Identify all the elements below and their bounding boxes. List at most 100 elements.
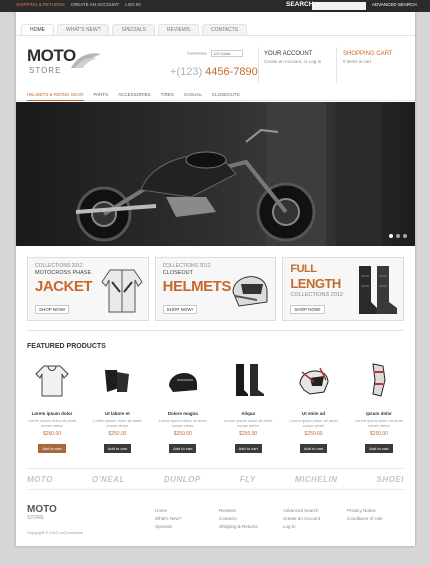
link-log-in[interactable]: Log In — [125, 2, 140, 7]
product-description: Lorem ipsum dolor sit amet conse ctetur — [27, 418, 77, 428]
shop-now-button[interactable]: Shop Now! — [162, 305, 197, 314]
add-to-cart-button[interactable]: Add to cart — [169, 444, 197, 453]
slider-dot-3[interactable] — [403, 234, 407, 238]
nav-tires[interactable]: Tires — [161, 90, 174, 101]
tab-contacts[interactable]: Contacts — [202, 24, 248, 35]
link-shipping-returns[interactable]: Shipping & Returns — [16, 2, 65, 7]
motorcycle-image — [75, 102, 381, 246]
banner-subtitle: Motocross Phase — [35, 270, 92, 276]
tab-home[interactable]: Home — [21, 24, 54, 35]
brand-oneal-logo[interactable]: O'NEAL — [92, 475, 125, 484]
account-title: Your Account — [264, 51, 313, 57]
footer-link-privacy[interactable]: Privacy Notice — [347, 507, 383, 515]
copyright: Copyright © 2012 osCommerce — [27, 530, 84, 535]
product-card: Ut labore et Lorem ipsum dolor sit amet … — [92, 362, 142, 455]
product-description: Lorem ipsum dolor sit amet conse ctetur — [224, 418, 273, 428]
search-input[interactable] — [312, 2, 366, 10]
banner-helmets[interactable]: Collections 2012 Closeout Helmets Shop N… — [154, 257, 277, 321]
motocross-helmet-image[interactable] — [296, 362, 332, 398]
slider-dot-1[interactable] — [389, 234, 393, 238]
nav-parts[interactable]: Parts — [94, 90, 109, 101]
helmet-image[interactable] — [165, 362, 201, 398]
nav-helmets-riding-gear[interactable]: Helmets & Riding Gear — [27, 90, 84, 101]
nav-closeouts[interactable]: Closeouts — [212, 90, 240, 101]
footer-link-specials[interactable]: Specials — [155, 523, 181, 531]
category-nav: Helmets & Riding Gear Parts Accessories … — [16, 90, 415, 101]
banner-title: Full — [290, 263, 317, 275]
tab-whats-new[interactable]: What's New? — [57, 24, 110, 35]
add-to-cart-button[interactable]: Add to cart — [234, 444, 262, 453]
slider-dot-2[interactable] — [396, 234, 400, 238]
add-to-cart-button[interactable]: Add to cart — [38, 444, 66, 453]
product-name[interactable]: Aliqua — [223, 411, 273, 416]
product-description: Lorem ipsum dolor sit amet conse ctetur — [354, 418, 404, 428]
logo[interactable]: MOTO STORE — [27, 46, 101, 75]
brand-dunlop-logo[interactable]: DUNLOP — [164, 475, 201, 484]
currency-select[interactable]: US Dollar — [210, 50, 243, 57]
product-card: Aliqua Lorem ipsum dolor sit amet conse … — [223, 362, 273, 455]
currency-selector[interactable]: Currencies: US Dollar — [187, 50, 243, 57]
footer-link-home[interactable]: Home — [155, 507, 181, 515]
phone-main: 4456-7890 — [205, 66, 258, 78]
banner-title-2: Length — [290, 276, 341, 291]
account-subtitle[interactable]: Create an Account, or Log In — [264, 59, 336, 64]
boots-image — [359, 266, 398, 314]
nav-accessories[interactable]: Accessories — [118, 90, 151, 101]
tab-specials[interactable]: Specials — [112, 24, 155, 35]
cart-subtitle: 0 items in cart — [343, 59, 372, 64]
featured-products-title: Featured Products — [27, 343, 106, 350]
banner-collection-label: Collections 2012 — [162, 263, 211, 269]
product-description: Lorem ipsum dolor sit amet conse ctetur — [93, 418, 142, 428]
hero-slider[interactable] — [16, 102, 415, 246]
shop-now-button[interactable]: Shop Now! — [290, 305, 325, 314]
footer-link-conditions[interactable]: Conditions of Use — [347, 515, 383, 523]
banner-collection-label: Collections 2012 — [35, 263, 83, 269]
brand-moto-logo[interactable]: MOTO — [27, 475, 53, 484]
banner-jacket[interactable]: Collections 2012 Motocross Phase Jacket … — [27, 257, 149, 321]
add-to-cart-button[interactable]: Add to cart — [365, 444, 393, 453]
banner-boots[interactable]: Full Length Collections 2012 Shop Now! — [282, 257, 405, 321]
link-create-account[interactable]: Create an Account — [71, 2, 119, 7]
footer-link-advanced-search[interactable]: Advanced Search — [283, 507, 320, 515]
hoodie-image[interactable] — [34, 362, 70, 398]
add-to-cart-button[interactable]: Add to cart — [299, 444, 328, 453]
cart-title[interactable]: Shopping Cart — [343, 51, 415, 57]
footer-link-whats-new[interactable]: What's New? — [155, 515, 181, 523]
product-card: Dolore magna Lorem ipsum dolor sit amet … — [158, 362, 208, 455]
footer-link-reviews[interactable]: Reviews — [219, 507, 258, 515]
knee-guard-image[interactable] — [361, 362, 397, 398]
boots-image[interactable] — [230, 362, 266, 398]
add-to-cart-button[interactable]: Add to cart — [103, 444, 132, 453]
page-container: Home What's New? Specials Reviews Contac… — [16, 12, 415, 546]
slider-dots[interactable] — [389, 234, 407, 238]
promo-banners: Collections 2012 Motocross Phase Jacket … — [27, 257, 405, 321]
shopping-cart-box[interactable]: Shopping Cart 0 items in cart — [336, 47, 415, 83]
shop-now-button[interactable]: Shop Now! — [35, 305, 70, 314]
brand-shoei-logo[interactable]: SHOEI — [377, 475, 404, 484]
banner-title: Jacket — [35, 278, 93, 295]
footer-logo[interactable]: MOTO STORE — [27, 504, 57, 521]
footer-link-shipping[interactable]: Shipping & Returns — [219, 523, 258, 531]
product-name[interactable]: Dolore magna — [158, 411, 208, 416]
footer-link-create-account[interactable]: Create an Account — [283, 515, 320, 523]
footer-link-log-in[interactable]: Log In — [283, 523, 320, 531]
footer-logo-subtitle: STORE — [27, 515, 45, 521]
advanced-search-link[interactable]: Advanced Search — [372, 2, 417, 7]
wing-icon — [71, 53, 101, 68]
nav-casual[interactable]: Casual — [184, 90, 202, 101]
product-price: $250.00 — [239, 431, 258, 437]
product-card: Lorem ipsum dolor Lorem ipsum dolor sit … — [27, 362, 77, 455]
product-name[interactable]: Ut enim ad — [289, 411, 339, 416]
footer-link-contacts[interactable]: Contacts — [219, 515, 258, 523]
product-card: Ipsum dolor Lorem ipsum dolor sit amet c… — [354, 362, 404, 455]
product-name[interactable]: Ipsum dolor — [354, 411, 404, 416]
product-name[interactable]: Lorem ipsum dolor — [27, 411, 77, 416]
account-box[interactable]: Your Account Create an Account, or Log I… — [258, 47, 336, 83]
brand-michelin-logo[interactable]: MICHELIN — [295, 475, 338, 484]
brand-logos: MOTO O'NEAL DUNLOP FLY MICHELIN SHOEI — [27, 468, 404, 490]
tab-reviews[interactable]: Reviews — [157, 24, 200, 35]
product-name[interactable]: Ut labore et — [92, 411, 142, 416]
gloves-image[interactable] — [99, 362, 135, 398]
footer-col-2: Reviews Contacts Shipping & Returns — [219, 507, 258, 531]
brand-fly-logo[interactable]: FLY — [240, 475, 256, 484]
